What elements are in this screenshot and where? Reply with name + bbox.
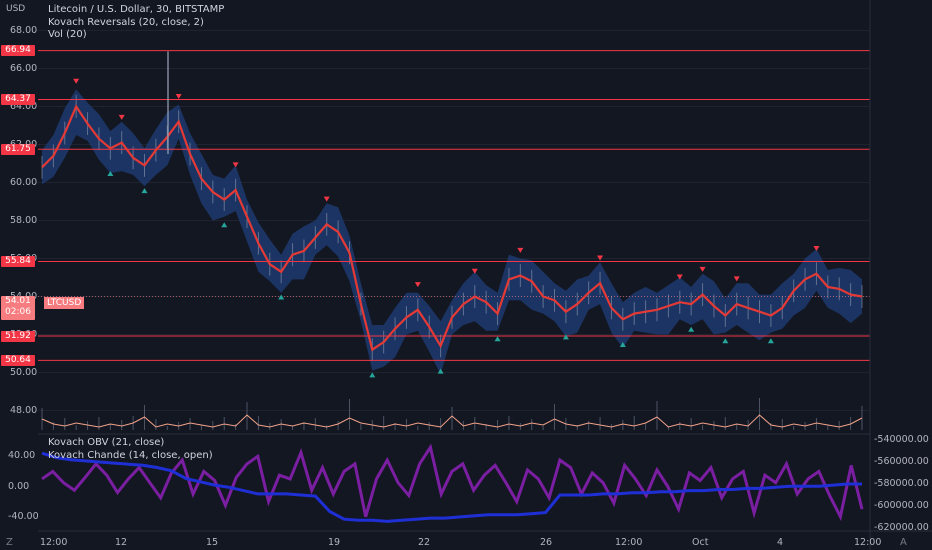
level-price-tag: 61.75 xyxy=(1,143,35,155)
buy-signal-marker xyxy=(494,336,501,342)
chart-legend: Litecoin / U.S. Dollar, 30, BITSTAMP Kov… xyxy=(48,4,224,42)
sell-signal-marker xyxy=(813,246,820,251)
current-price-tag: 54.01 02:06 xyxy=(1,296,35,320)
level-price-tag: 51.92 xyxy=(1,330,35,342)
level-price-tag: 64.37 xyxy=(1,93,35,105)
price-tick-label: 60.00 xyxy=(10,176,38,188)
indicator-volume[interactable]: Vol (20) xyxy=(48,29,224,42)
sell-signal-marker xyxy=(699,266,706,272)
buy-signal-marker xyxy=(767,338,774,344)
zoom-reset-button[interactable]: Z xyxy=(6,537,13,548)
obv-tick-label: -580000.00 xyxy=(874,478,929,489)
sell-signal-marker xyxy=(733,276,740,282)
level-price-tag: 66.94 xyxy=(1,45,35,57)
oscillator-tick-label: -40.00 xyxy=(8,510,39,522)
time-tick-label: 19 xyxy=(328,537,341,548)
auto-scale-button[interactable]: A xyxy=(900,537,907,548)
price-tick-label: 50.00 xyxy=(10,366,38,378)
obv-tick-label: -560000.00 xyxy=(874,456,929,467)
oscillator-legend: Kovach OBV (21, close) Kovach Chande (14… xyxy=(48,437,213,462)
sell-signal-marker xyxy=(517,247,524,253)
sell-signal-marker xyxy=(73,78,80,84)
oscillator-tick-label: 40.00 xyxy=(8,450,36,462)
sell-signal-marker xyxy=(676,274,683,280)
price-tick-label: 66.00 xyxy=(10,62,38,74)
buy-signal-marker xyxy=(141,188,148,194)
obv-tick-label: -620000.00 xyxy=(874,522,929,533)
buy-signal-marker xyxy=(221,222,228,228)
buy-signal-marker xyxy=(369,372,376,378)
time-tick-label: 15 xyxy=(206,537,219,548)
sell-signal-marker xyxy=(232,162,239,168)
sell-signal-marker xyxy=(323,196,330,202)
time-tick-label: 12:00 xyxy=(615,537,643,548)
price-tick-label: 68.00 xyxy=(10,24,38,36)
obv-tick-label: -540000.00 xyxy=(874,434,929,445)
sell-signal-marker xyxy=(175,94,182,99)
level-price-tag: 55.84 xyxy=(1,256,35,268)
time-tick-label: 12:00 xyxy=(854,537,882,548)
symbol-title[interactable]: Litecoin / U.S. Dollar, 30, BITSTAMP xyxy=(48,4,224,17)
sell-signal-marker xyxy=(118,114,125,120)
indicator-kovach-chande[interactable]: Kovach Chande (14, close, open) xyxy=(48,450,213,463)
buy-signal-marker xyxy=(688,326,695,332)
time-tick-label: 26 xyxy=(540,537,553,548)
indicator-kovach-reversals[interactable]: Kovach Reversals (20, close, 2) xyxy=(48,17,224,30)
time-tick-label: Oct xyxy=(692,537,709,548)
time-tick-label: 12:00 xyxy=(40,537,68,548)
sell-signal-marker xyxy=(414,282,421,288)
time-tick-label: 12 xyxy=(115,537,128,548)
time-tick-label: 4 xyxy=(777,537,784,548)
level-price-tag: 50.64 xyxy=(1,354,35,366)
time-tick-label: 22 xyxy=(418,537,431,548)
price-tick-label: 48.00 xyxy=(10,404,38,416)
sell-signal-marker xyxy=(471,268,478,274)
reversal-band xyxy=(42,89,862,375)
oscillator-tick-label: 0.00 xyxy=(8,480,30,492)
indicator-kovach-obv[interactable]: Kovach OBV (21, close) xyxy=(48,437,213,450)
chart-canvas[interactable] xyxy=(0,0,932,550)
symbol-tag: LTCUSD xyxy=(44,297,85,309)
buy-signal-marker xyxy=(722,338,729,344)
obv-tick-label: -600000.00 xyxy=(874,500,929,511)
price-tick-label: 58.00 xyxy=(10,214,38,226)
